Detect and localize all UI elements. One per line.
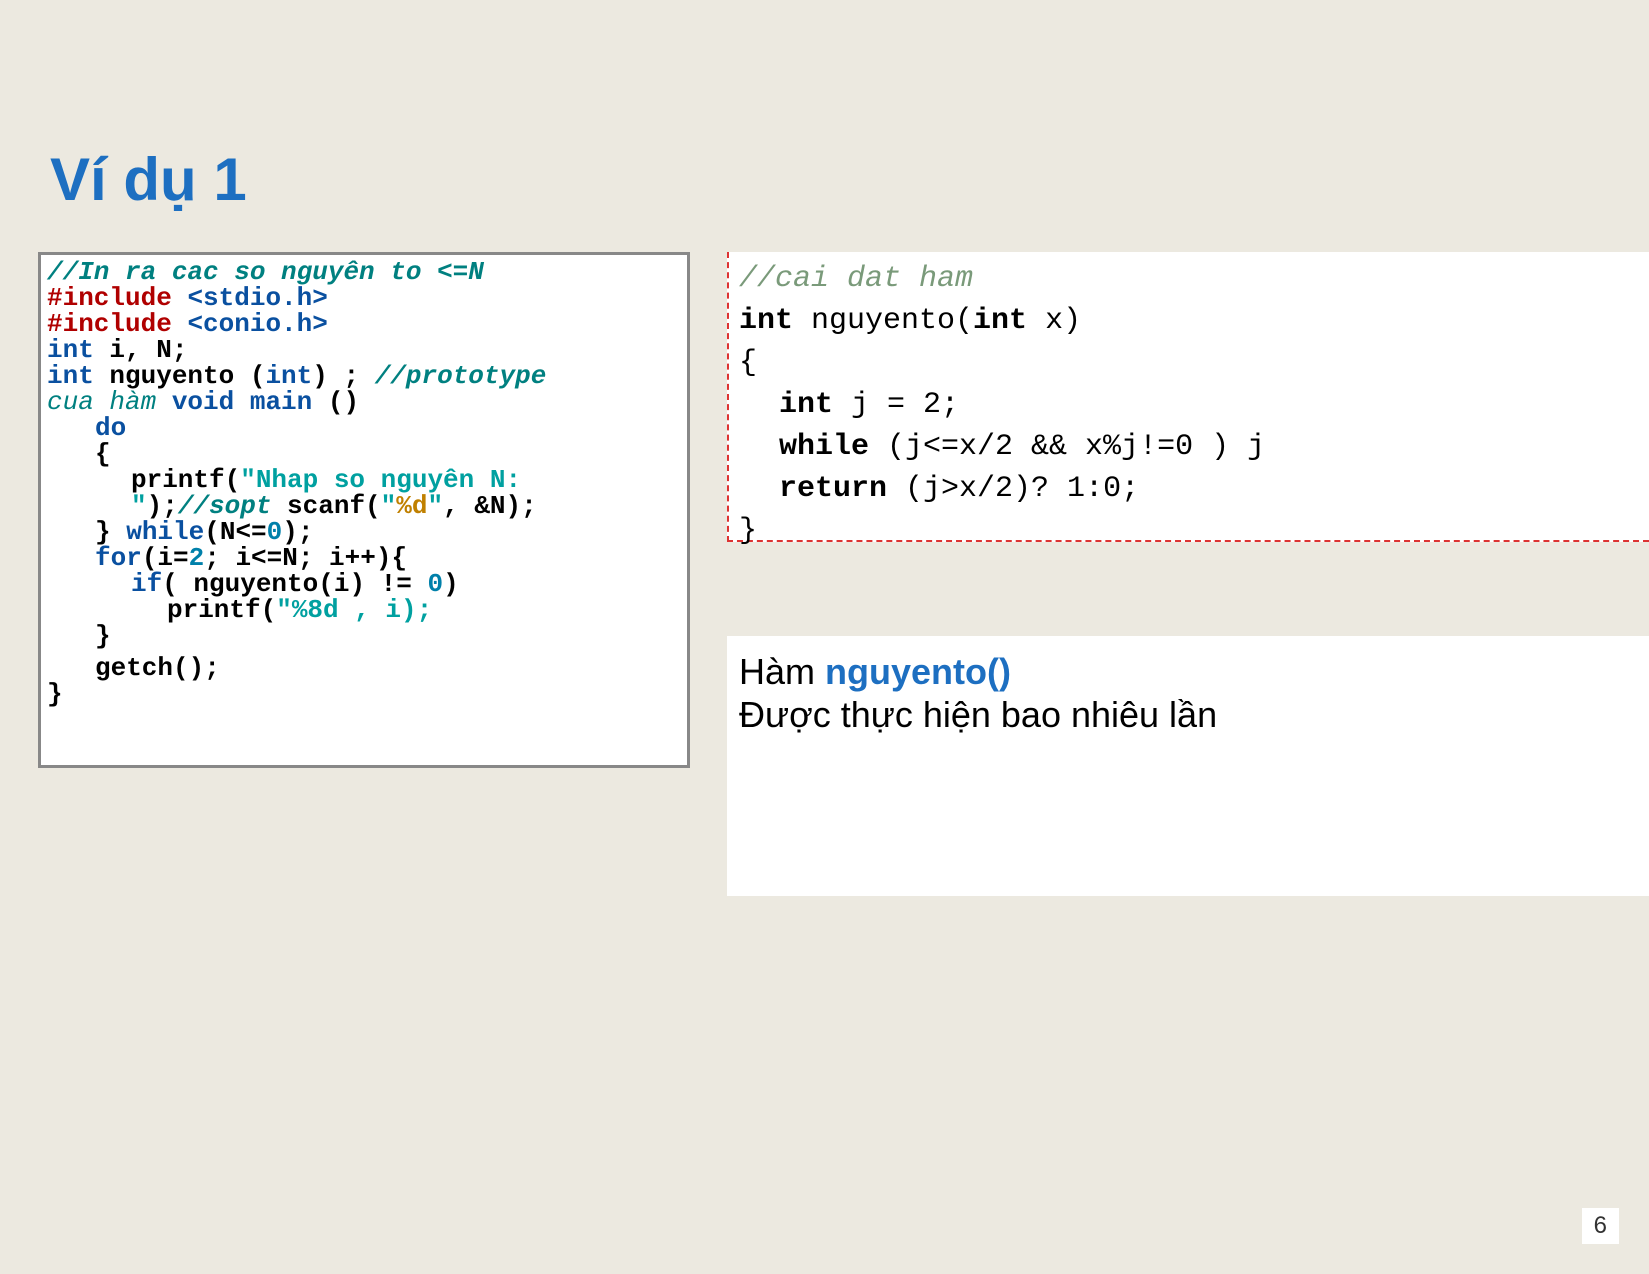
keyword: int (779, 388, 833, 422)
string: " (428, 491, 444, 521)
code-text: nguyento( (793, 304, 973, 338)
code-text: (j<=x/2 && x%j!=0 ) j (869, 430, 1265, 464)
code-text: getch(); (47, 655, 681, 681)
code-comment: //cai dat ham (739, 262, 973, 296)
code-text: (j>x/2)? 1:0; (887, 472, 1139, 506)
left-code-block: //In ra cac so nguyên to <=N #include <s… (38, 252, 690, 768)
slide: Ví dụ 1 //In ra cac so nguyên to <=N #in… (0, 0, 1649, 1274)
keyword: void main (172, 387, 312, 417)
caption-box: Hàm nguyento() Được thực hiện bao nhiêu … (727, 636, 1649, 896)
code-text: j = 2; (833, 388, 959, 422)
code-text: printf( (167, 595, 276, 625)
string: " (381, 491, 397, 521)
keyword: int (973, 304, 1027, 338)
caption-text: Được thực hiện bao nhiêu lần (739, 694, 1217, 735)
brace: { (47, 441, 681, 467)
page-number: 6 (1582, 1208, 1619, 1244)
function-name: nguyento() (825, 651, 1011, 692)
caption-text: Hàm (739, 651, 825, 692)
code-text: ) (443, 569, 459, 599)
keyword: return (779, 472, 887, 506)
code-text: x) (1027, 304, 1081, 338)
code-text: () (312, 387, 359, 417)
brace: { (739, 346, 757, 380)
include-file: <conio.h> (187, 309, 327, 339)
brace: } (739, 514, 757, 548)
right-code-block: //cai dat ham int nguyento(int x) { int … (727, 252, 1649, 542)
slide-title: Ví dụ 1 (50, 145, 247, 214)
brace: } (47, 623, 681, 649)
string: "%8d , i); (276, 595, 432, 625)
keyword: if (131, 569, 162, 599)
code-comment: //prototype (375, 361, 547, 391)
keyword: while (779, 430, 869, 464)
keyword: int (739, 304, 793, 338)
brace: } (47, 679, 63, 709)
code-text: , &N); (443, 491, 537, 521)
format: %d (396, 491, 427, 521)
